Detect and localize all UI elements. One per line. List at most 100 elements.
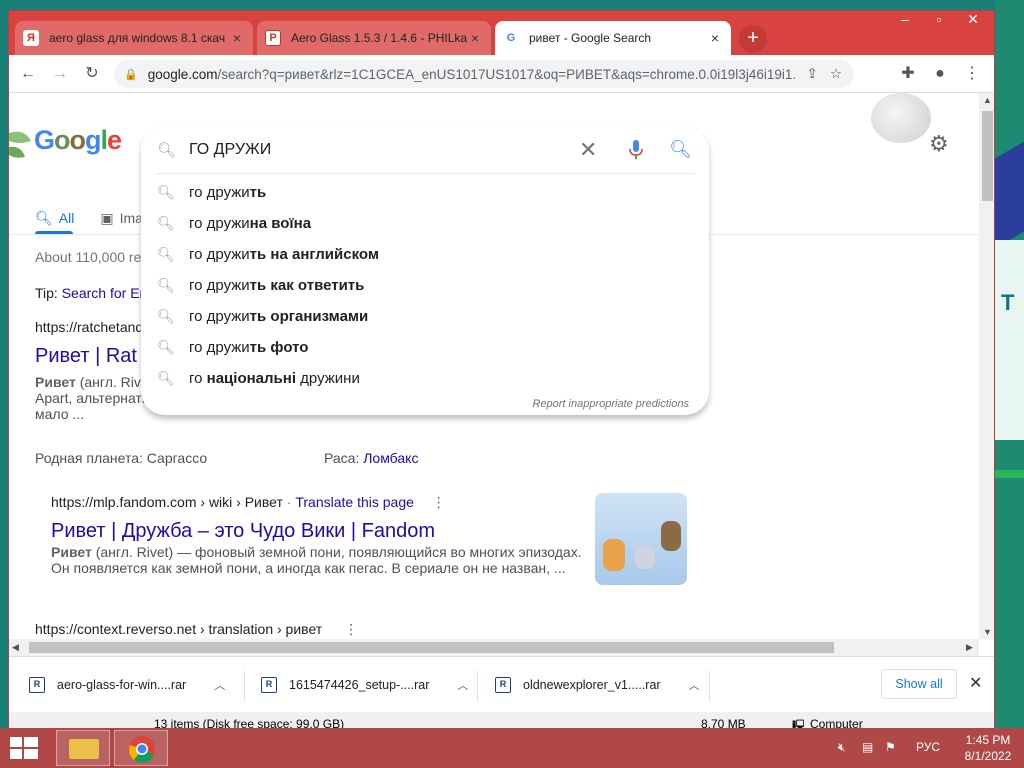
suggestion-item[interactable]: 🔍︎ го дружить фото: [141, 332, 709, 363]
tab-all[interactable]: 🔍︎ All: [35, 203, 74, 233]
url-text: google.com/search?q=ривет&rlz=1C1GCEA_en…: [148, 67, 795, 82]
result-2-snippet: Ривет (англ. Rivet) — фоновый земной пон…: [51, 544, 582, 576]
minimize-icon[interactable]: –: [889, 11, 921, 33]
search-divider: [155, 173, 695, 174]
snippet-line-1: (англ. Riv: [75, 374, 141, 390]
result-thumbnail[interactable]: [595, 493, 687, 585]
tip-prefix: Tip:: [35, 285, 62, 301]
windows-start-icon[interactable]: [10, 737, 38, 759]
tab-yandex[interactable]: Я aero glass для windows 8.1 скач ×: [15, 21, 253, 55]
search-icon: 🔍︎: [157, 184, 175, 200]
new-tab-button[interactable]: +: [739, 25, 767, 53]
result-title[interactable]: Ривет | Rat: [35, 345, 137, 367]
tab-strip: Я aero glass для windows 8.1 скач × P Ae…: [9, 11, 994, 55]
volume-muted-icon[interactable]: 🔇︎: [838, 740, 846, 755]
profile-icon[interactable]: ●: [929, 63, 951, 85]
yandex-icon: Я: [23, 30, 39, 46]
clear-icon[interactable]: ✕: [579, 137, 597, 163]
result-title[interactable]: Ривет | Дружба – это Чудо Вики | Fandom: [51, 520, 435, 542]
network-icon[interactable]: ▤: [862, 740, 873, 754]
address-bar[interactable]: 🔒 google.com/search?q=ривет&rlz=1C1GCEA_…: [114, 60, 854, 88]
download-item[interactable]: R aero-glass-for-win....rar ︿: [29, 671, 225, 699]
search-icon: 🔍︎: [157, 339, 175, 355]
more-options-icon[interactable]: ⋮: [432, 494, 446, 510]
fact-label: Родная планета:: [35, 450, 147, 466]
download-item[interactable]: R 1615474426_setup-....rar ︿: [261, 671, 468, 699]
forward-icon[interactable]: →: [49, 63, 71, 85]
suggestion-prefix: го дружи: [189, 339, 250, 356]
search-submit-icon[interactable]: 🔍︎: [669, 139, 692, 160]
clock-time: 1:45 PM: [965, 733, 1011, 747]
fact-value-link[interactable]: Ломбакс: [363, 450, 418, 466]
chevron-up-icon[interactable]: ︿: [689, 677, 700, 693]
search-icon: 🔍︎: [157, 215, 175, 231]
scroll-down-icon[interactable]: ▼: [983, 627, 992, 637]
bookmark-star-icon[interactable]: ☆: [830, 66, 842, 82]
result-cite[interactable]: https://context.reverso.net › translatio…: [35, 621, 322, 637]
tab-title: aero glass для windows 8.1 скач: [49, 31, 226, 45]
microphone-icon[interactable]: [629, 139, 643, 161]
close-icon[interactable]: ×: [229, 30, 245, 46]
doodle-ball-icon: [871, 93, 931, 143]
search-icon: 🔍︎: [157, 277, 175, 293]
share-icon[interactable]: ⇪: [807, 66, 818, 82]
settings-gear-icon[interactable]: ⚙: [929, 131, 949, 157]
translate-link[interactable]: Translate this page: [295, 494, 414, 510]
suggestion-prefix: го дружи: [189, 308, 250, 325]
chevron-up-icon[interactable]: ︿: [457, 677, 468, 693]
window-close-icon[interactable]: ✕: [957, 11, 989, 33]
taskbar: 🔇︎ ▤ ⚑ РУС 1:45 PM 8/1/2022: [0, 728, 1024, 768]
more-options-icon[interactable]: ⋮: [344, 621, 358, 637]
language-indicator[interactable]: РУС: [916, 740, 940, 754]
close-icon[interactable]: ×: [467, 30, 483, 46]
horizontal-scrollbar[interactable]: ◀ ▶: [9, 639, 979, 656]
chrome-taskbar-button[interactable]: [114, 730, 168, 766]
tab-all-label: All: [58, 210, 75, 226]
scroll-up-icon[interactable]: ▲: [983, 95, 992, 105]
maximize-icon[interactable]: ▫: [923, 11, 955, 33]
scrollbar-thumb[interactable]: [982, 111, 993, 201]
extensions-icon[interactable]: ✚: [897, 63, 919, 85]
result-2-title[interactable]: Ривет | Дружба – это Чудо Вики | Fandom: [51, 520, 435, 543]
suggestion-completion: ть на английском: [249, 246, 379, 263]
search-input[interactable]: ГО ДРУЖИ: [189, 141, 271, 159]
tip-link[interactable]: Search for En: [62, 285, 148, 301]
vertical-scrollbar[interactable]: ▲ ▼: [979, 93, 994, 639]
desktop-background-left: [0, 0, 8, 735]
suggestion-item[interactable]: 🔍︎ го дружить: [141, 177, 709, 208]
url-path: /search?q=ривет&rlz=1C1GCEA_enUS1017US10…: [217, 66, 795, 82]
tab-images[interactable]: ▣ Ima: [100, 203, 143, 233]
close-icon[interactable]: ×: [707, 30, 723, 46]
suggestion-item[interactable]: 🔍︎ го дружина воїна: [141, 208, 709, 239]
tab-philka[interactable]: P Aero Glass 1.5.3 / 1.4.6 - PHILka ×: [257, 21, 491, 55]
result-cite[interactable]: https://mlp.fandom.com › wiki › Ривет: [51, 494, 283, 510]
system-clock[interactable]: 1:45 PM 8/1/2022: [956, 732, 1020, 764]
clock-date: 8/1/2022: [964, 749, 1012, 763]
suggestion-completion: національні: [206, 370, 296, 387]
show-all-button[interactable]: Show all: [881, 669, 957, 699]
suggestion-item[interactable]: 🔍︎ го дружить на английском: [141, 239, 709, 270]
menu-icon[interactable]: ⋮: [961, 63, 983, 85]
file-explorer-taskbar-button[interactable]: [56, 730, 110, 766]
report-predictions-link[interactable]: Report inappropriate predictions: [532, 398, 689, 410]
google-doodle-logo[interactable]: Google: [34, 125, 122, 156]
suggestion-item[interactable]: 🔍︎ го національні дружини: [141, 363, 709, 394]
close-downloads-icon[interactable]: ✕: [969, 673, 982, 693]
notification-icon[interactable]: ⚑: [885, 740, 896, 754]
chevron-up-icon[interactable]: ︿: [214, 677, 225, 693]
scrollbar-thumb[interactable]: [29, 642, 834, 653]
result-cite[interactable]: https://ratchetand: [35, 319, 143, 335]
suggestion-item[interactable]: 🔍︎ го дружить организмами: [141, 301, 709, 332]
result-1-title[interactable]: Ривет | Rat: [35, 345, 137, 368]
tab-google-search[interactable]: G ривет - Google Search ×: [495, 21, 731, 55]
result-2: https://mlp.fandom.com › wiki › Ривет · …: [51, 494, 446, 510]
scroll-right-icon[interactable]: ▶: [966, 642, 973, 653]
back-icon[interactable]: ←: [17, 63, 39, 85]
scroll-left-icon[interactable]: ◀: [12, 642, 19, 653]
fact-value: Саргассо: [146, 450, 208, 466]
suggestion-item[interactable]: 🔍︎ го дружить как ответить: [141, 270, 709, 301]
suggestion-prefix: го дружи: [189, 277, 250, 294]
suggestion-completion: ть: [249, 184, 267, 201]
download-item[interactable]: R oldnewexplorer_v1.....rar ︿: [495, 671, 700, 699]
reload-icon[interactable]: ↻: [81, 63, 103, 85]
